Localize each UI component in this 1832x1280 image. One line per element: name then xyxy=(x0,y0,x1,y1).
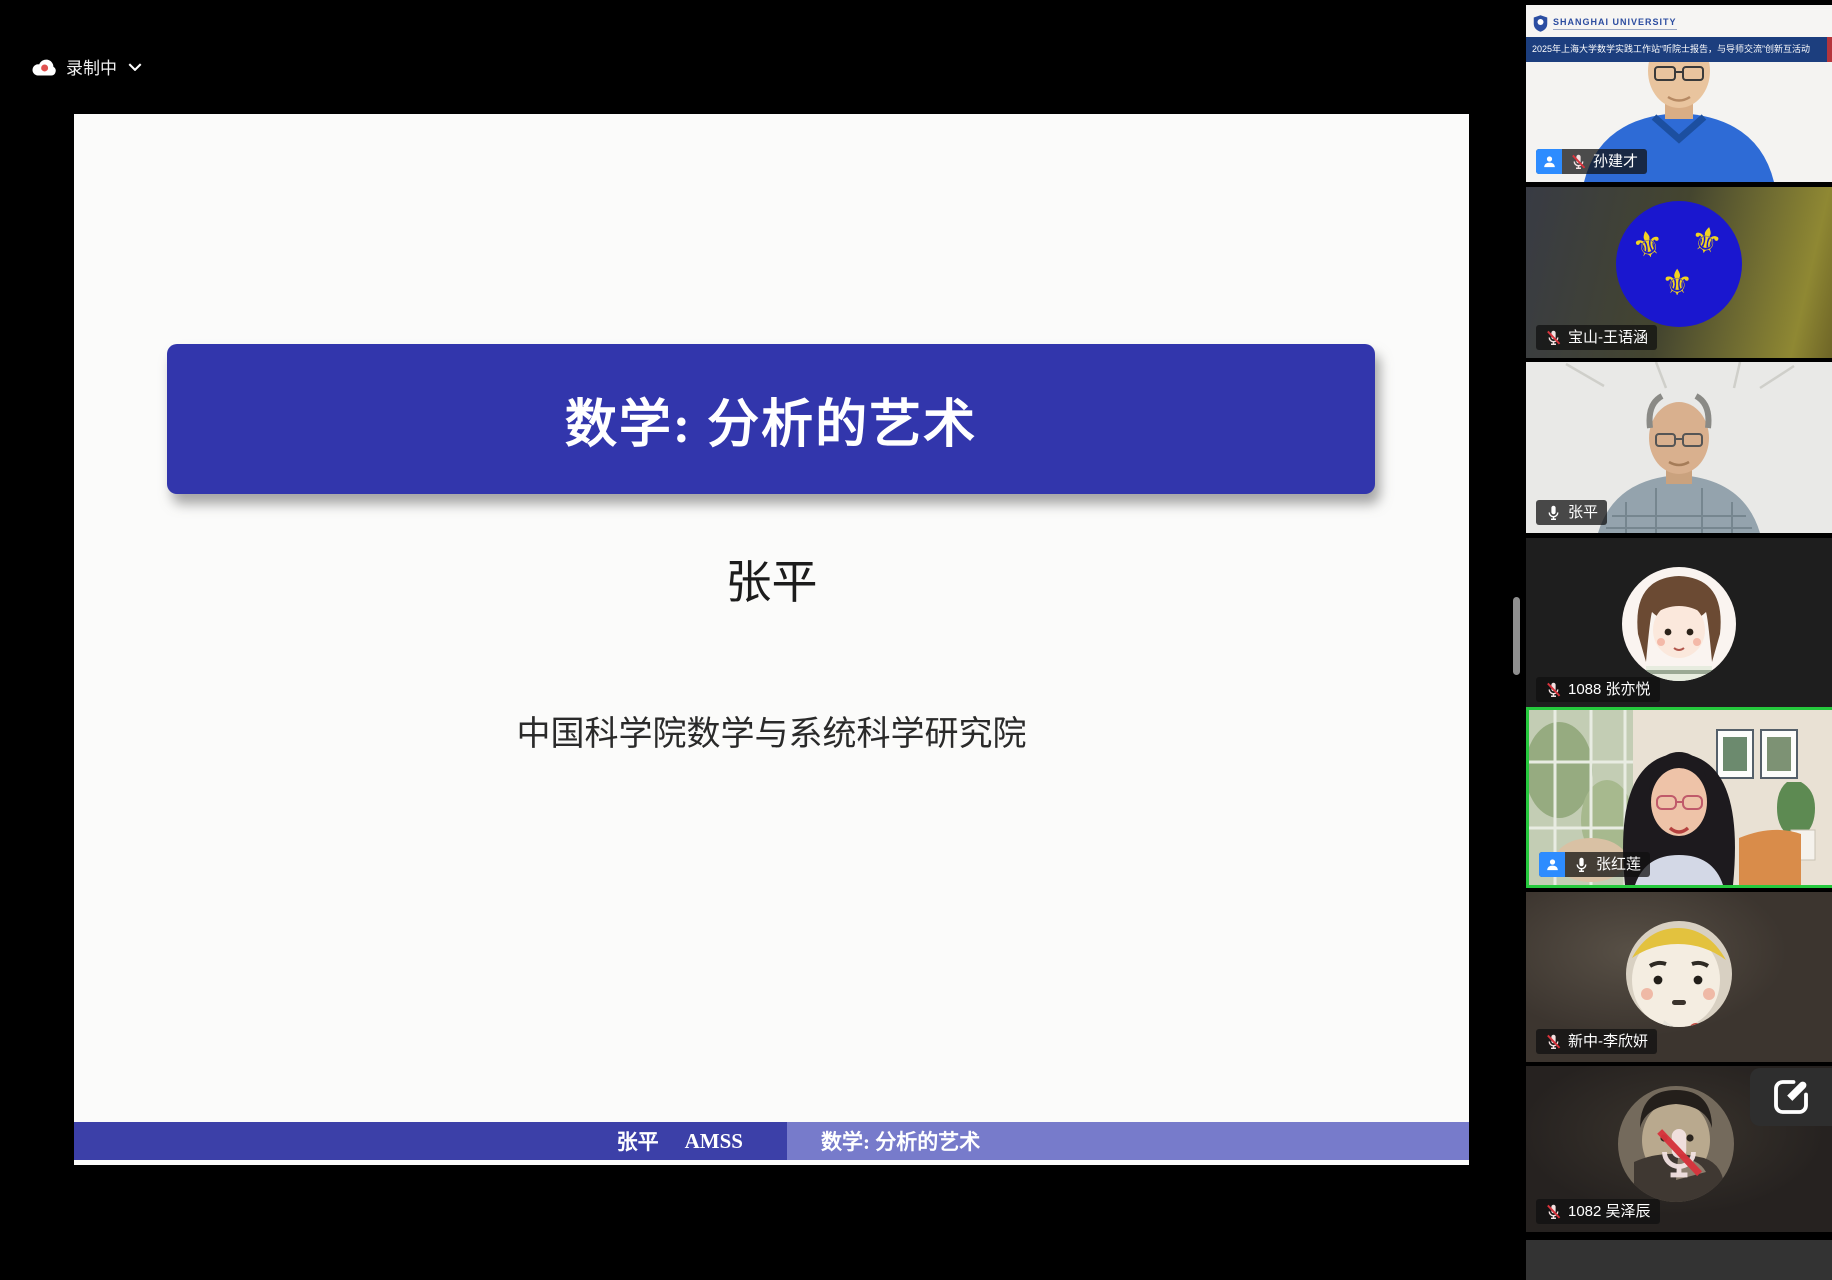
video-tile-sunjiancai[interactable]: SHANGHAI UNIVERSITY 2025年上海大学数学实践工作站“听院士… xyxy=(1526,5,1832,182)
slide-author: 张平 xyxy=(74,546,1469,612)
participant-name: 1082 吴泽辰 xyxy=(1568,1202,1651,1221)
mic-muted-icon xyxy=(1570,153,1587,170)
sidebar-scrollbar[interactable] xyxy=(1513,597,1520,675)
mic-muted-overlay-icon xyxy=(1650,1123,1708,1181)
video-tile-wangyuhan[interactable]: ⚜ ⚜ ⚜ 宝山-王语涵 xyxy=(1526,187,1832,358)
university-shield-icon xyxy=(1533,14,1548,33)
fleur-icon: ⚜ xyxy=(1661,265,1693,301)
participant-name: 1088 张亦悦 xyxy=(1568,680,1651,699)
participant-nametag: 孙建才 xyxy=(1536,149,1647,174)
slide-title-banner: 数学: 分析的艺术 xyxy=(167,344,1375,494)
fleur-icon: ⚜ xyxy=(1629,224,1668,266)
video-tile-zhangyiyue[interactable]: 1088 张亦悦 xyxy=(1526,538,1832,710)
participant-nametag: 宝山-王语涵 xyxy=(1536,325,1657,350)
participant-nametag: 新中-李欣妍 xyxy=(1536,1029,1657,1054)
chevron-down-icon[interactable] xyxy=(128,63,142,71)
mic-icon xyxy=(1573,856,1590,873)
participant-nametag: 1082 吴泽辰 xyxy=(1536,1199,1660,1224)
slide-footer-right: 数学: 分析的艺术 xyxy=(787,1122,1469,1160)
host-badge-icon xyxy=(1539,852,1565,877)
recording-label: 录制中 xyxy=(66,54,117,79)
cloud-record-icon xyxy=(30,57,57,76)
footer-author: 张平 xyxy=(617,1126,659,1156)
avatar-fleur-de-lis: ⚜ ⚜ ⚜ xyxy=(1616,201,1742,327)
video-tile-wuzechen[interactable]: 1082 吴泽辰 xyxy=(1526,1066,1832,1232)
event-banner-accent xyxy=(1827,37,1832,62)
participant-name: 张平 xyxy=(1568,503,1598,522)
video-tile-partial[interactable] xyxy=(1526,1240,1832,1280)
university-logo-row: SHANGHAI UNIVERSITY xyxy=(1526,9,1832,37)
mic-icon xyxy=(1545,504,1562,521)
slide-title: 数学: 分析的艺术 xyxy=(565,382,977,457)
video-tile-lixinyan[interactable]: 新中-李欣妍 xyxy=(1526,892,1832,1062)
pen-icon xyxy=(1771,1077,1811,1117)
footer-title: 数学: 分析的艺术 xyxy=(821,1126,980,1156)
mic-muted-icon xyxy=(1545,681,1562,698)
shared-screen-slide: 数学: 分析的艺术 张平 中国科学院数学与系统科学研究院 张平 AMSS 数学:… xyxy=(74,114,1469,1165)
slide-institute: 中国科学院数学与系统科学研究院 xyxy=(74,706,1469,755)
mic-muted-icon xyxy=(1545,1033,1562,1050)
mic-muted-icon xyxy=(1545,1203,1562,1220)
participant-name: 孙建才 xyxy=(1593,152,1638,171)
recording-indicator[interactable]: 录制中 xyxy=(30,54,142,79)
host-badge-icon xyxy=(1536,149,1562,174)
participant-nametag: 张红莲 xyxy=(1539,852,1650,877)
footer-affiliation: AMSS xyxy=(685,1129,743,1154)
annotation-pen-button[interactable] xyxy=(1750,1068,1832,1126)
participants-sidebar: SHANGHAI UNIVERSITY 2025年上海大学数学实践工作站“听院士… xyxy=(1526,0,1832,1280)
video-tile-zhangping[interactable]: 张平 xyxy=(1526,362,1832,533)
video-tile-zhanghonglian[interactable]: 张红莲 xyxy=(1526,707,1832,888)
slide-footer-left: 张平 AMSS xyxy=(74,1122,787,1160)
participant-nametag: 张平 xyxy=(1536,500,1607,525)
participant-name: 张红莲 xyxy=(1596,855,1641,874)
mic-muted-icon xyxy=(1545,329,1562,346)
participant-nametag: 1088 张亦悦 xyxy=(1536,677,1660,702)
participant-name: 宝山-王语涵 xyxy=(1568,328,1648,347)
slide-footer: 张平 AMSS 数学: 分析的艺术 xyxy=(74,1122,1469,1160)
event-banner: 2025年上海大学数学实践工作站“听院士报告，与导师交流”创新互活动 xyxy=(1526,37,1832,62)
fleur-icon: ⚜ xyxy=(1687,220,1726,262)
university-name: SHANGHAI UNIVERSITY xyxy=(1553,17,1677,30)
participant-name: 新中-李欣妍 xyxy=(1568,1032,1648,1051)
